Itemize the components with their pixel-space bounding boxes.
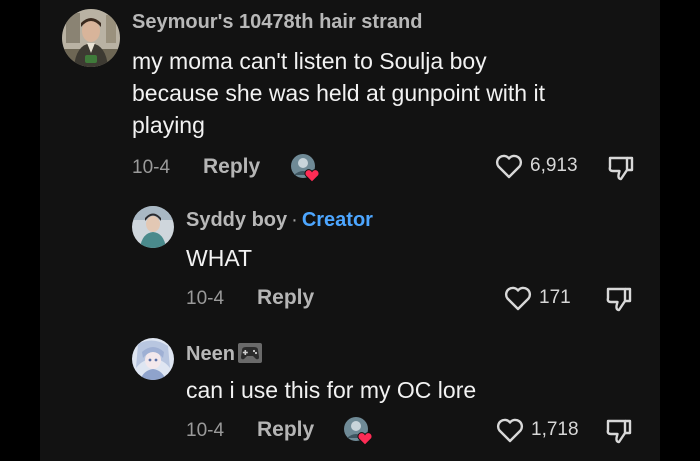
comment-username[interactable]: Neen [186, 342, 263, 370]
comment-date: 10-4 [186, 420, 225, 441]
thumbs-down-icon[interactable] [604, 416, 634, 446]
creator-liked-heart-icon [343, 416, 373, 446]
comment-username[interactable]: Seymour's 10478th hair strand [132, 11, 422, 34]
heart-outline-icon[interactable] [495, 416, 525, 444]
thumbs-down-icon[interactable] [606, 153, 636, 183]
screenshot: Seymour's 10478th hair strand my moma ca… [0, 0, 700, 461]
reply-button[interactable]: Reply [257, 418, 314, 442]
avatar-seymour[interactable] [62, 9, 120, 67]
reply-button[interactable]: Reply [203, 155, 260, 179]
dislike-button[interactable] [606, 153, 636, 188]
comment-date: 10-4 [186, 288, 225, 309]
username-text[interactable]: Syddy boy [186, 209, 287, 231]
avatar-neen[interactable] [132, 338, 174, 380]
like-count: 171 [539, 287, 571, 308]
heart-outline-icon[interactable] [503, 284, 533, 312]
comments-panel: Seymour's 10478th hair strand my moma ca… [40, 0, 660, 461]
creator-badge: Creator [301, 209, 373, 231]
comment-text: WHAT [186, 245, 253, 271]
separator-dot: · [291, 209, 298, 231]
avatar-syddy-boy[interactable] [132, 206, 174, 248]
heart-outline-icon[interactable] [494, 152, 524, 180]
comment-username[interactable]: Syddy boy · Creator [186, 209, 373, 232]
comment-date: 10-4 [132, 157, 171, 178]
like-button[interactable]: 1,718 [495, 416, 579, 444]
username-text[interactable]: Neen [186, 343, 235, 365]
comment-text: my moma can't listen to Soulja boy becau… [132, 48, 545, 138]
comment-text: can i use this for my OC lore [186, 377, 477, 403]
like-count: 6,913 [530, 155, 578, 176]
game-controller-icon [237, 342, 263, 370]
thumbs-down-icon[interactable] [604, 284, 634, 314]
like-count: 1,718 [531, 419, 579, 440]
like-button[interactable]: 171 [503, 284, 571, 312]
reply-button[interactable]: Reply [257, 286, 314, 310]
creator-liked-heart-icon [290, 153, 320, 183]
username-text[interactable]: Seymour's 10478th hair strand [132, 11, 422, 33]
dislike-button[interactable] [604, 416, 634, 451]
like-button[interactable]: 6,913 [494, 152, 578, 180]
dislike-button[interactable] [604, 284, 634, 319]
